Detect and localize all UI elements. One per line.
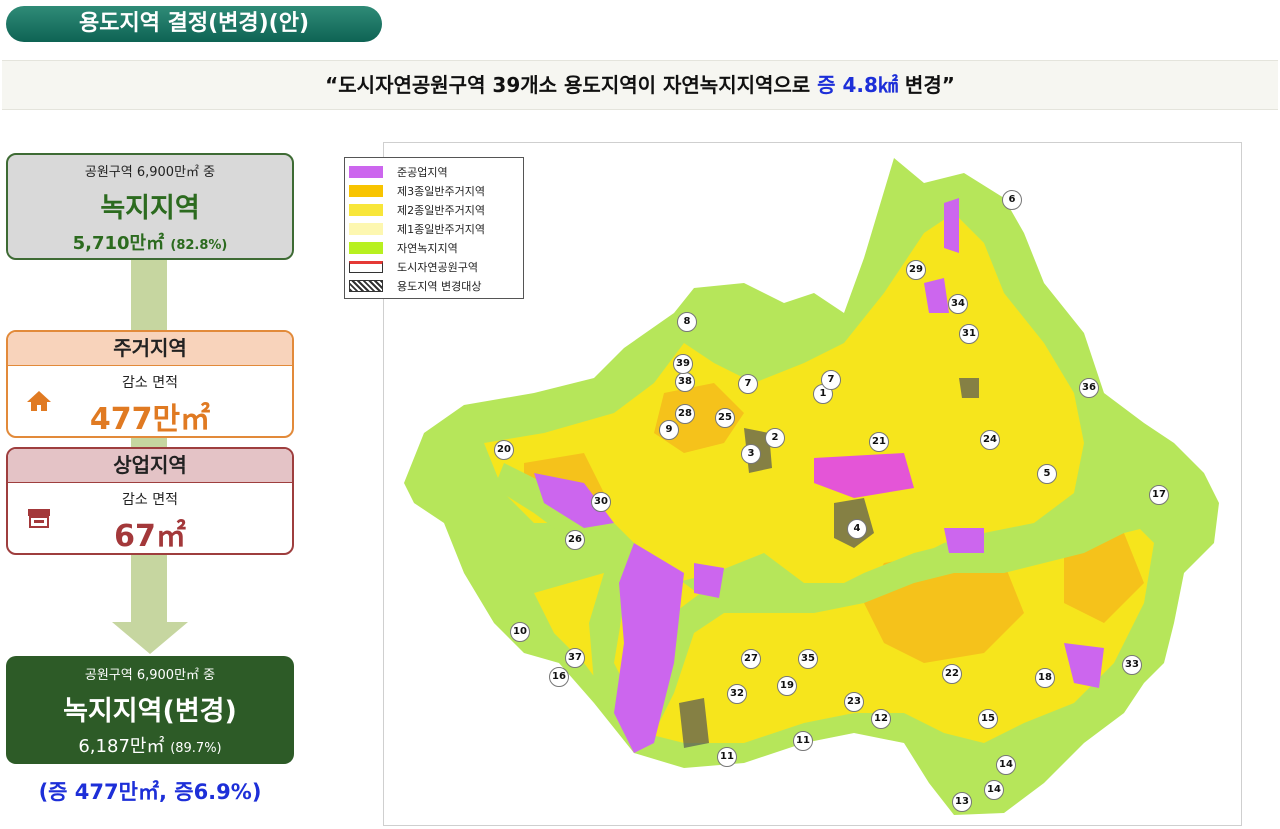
legend-label: 용도지역 변경대상 [397,279,482,293]
legend-label: 제3종일반주거지역 [397,184,485,198]
map-label: 35 [798,649,818,669]
legend-swatch [349,184,383,197]
legend-label: 도시자연공원구역 [397,260,478,274]
map-label: 26 [565,530,585,550]
commercial-zone-box: 상업지역 감소 면적 67㎡ [6,447,294,555]
map-label: 28 [675,404,695,424]
flow-arrow-down [112,622,188,654]
map-label: 30 [591,492,611,512]
map-label: 7 [738,374,758,394]
shop-icon [26,507,52,533]
box4-title: 녹지지역(변경) [63,696,237,727]
legend-swatch [349,279,383,292]
map-label: 27 [741,649,761,669]
map-label: 19 [777,676,797,696]
map-label: 12 [871,709,891,729]
box4-value: 6,187만㎡ [78,736,165,757]
headline-prefix: “도시자연공원구역 39개소 용도지역이 자연녹지지역으로 [325,73,818,97]
map-label: 23 [844,692,864,712]
headline-suffix: 변경” [897,73,955,97]
map-label: 33 [1122,655,1142,675]
map-label: 4 [847,519,867,539]
map-label: 21 [869,432,889,452]
box4-value-row: 6,187만㎡ (89.7%) [6,732,294,758]
map-label: 38 [675,372,695,392]
map-label: 31 [959,324,979,344]
box2-sub: 감소 면적 [122,375,178,391]
legend-row: 제2종일반주거지역 [349,200,523,219]
map-label: 15 [978,709,998,729]
map-label: 14 [996,755,1016,775]
map-label: 37 [565,648,585,668]
map-label: 34 [948,294,968,314]
legend-swatch [349,165,383,178]
box1-value: 5,710만㎡ [72,233,165,254]
legend-label: 준공업지역 [397,165,448,179]
legend-row: 도시자연공원구역 [349,257,523,276]
legend-label: 제2종일반주거지역 [397,203,485,217]
box1-title: 녹지지역 [100,193,200,224]
green-zone-changed-box: 공원구역 6,900만㎡ 중 녹지지역(변경) 6,187만㎡ (89.7%) [6,656,294,764]
headline-highlight: 증 4.8㎢ [817,73,898,97]
map-label: 14 [984,780,1004,800]
map-hatch-4 [679,698,709,748]
flow-connector-2 [131,438,167,447]
box2-header: 주거지역 [8,332,292,366]
map-label: 11 [793,731,813,751]
map-label: 9 [659,420,679,440]
flow-connector-1 [131,260,167,330]
house-icon [26,390,52,416]
legend-row: 제1종일반주거지역 [349,219,523,238]
map-legend: 준공업지역 제3종일반주거지역 제2종일반주거지역 제1종일반주거지역 자연녹지… [344,157,524,299]
box4-pct: (89.7%) [170,741,222,756]
map-label: 16 [549,667,569,687]
map-label: 17 [1149,485,1169,505]
map-label: 25 [715,408,735,428]
legend-swatch [349,260,383,273]
box4-caption: 공원구역 6,900만㎡ 중 [84,668,216,683]
legend-swatch [349,203,383,216]
legend-row: 제3종일반주거지역 [349,181,523,200]
map-hatch-3 [959,378,979,398]
map-label: 20 [494,440,514,460]
map-label: 39 [673,354,693,374]
increase-summary: (증 477만㎡, 증6.9%) [38,780,262,804]
residential-zone-box: 주거지역 감소 면적 477만㎡ [6,330,294,438]
map-purple-zone-2 [944,528,984,553]
map-label: 29 [906,260,926,280]
map-label: 18 [1035,668,1055,688]
map-label: 13 [952,792,972,812]
legend-swatch [349,222,383,235]
green-zone-current-box: 공원구역 6,900만㎡ 중 녹지지역 5,710만㎡ (82.8%) [6,153,294,260]
map-purple-zone-5 [944,198,959,253]
map-purple-zone-8 [694,563,724,598]
legend-row: 자연녹지지역 [349,238,523,257]
map-label: 32 [727,684,747,704]
box3-sub: 감소 면적 [122,492,178,508]
map-label: 5 [1037,464,1057,484]
box1-value-row: 5,710만㎡ (82.8%) [8,229,292,255]
legend-row: 준공업지역 [349,162,523,181]
box1-caption: 공원구역 6,900만㎡ 중 [84,165,216,180]
map-label: 24 [980,430,1000,450]
legend-label: 제1종일반주거지역 [397,222,485,236]
map-label: 7 [821,370,841,390]
legend-swatch [349,241,383,254]
map-label: 10 [510,622,530,642]
flow-connector-3 [131,555,167,623]
map-label: 3 [741,444,761,464]
box3-header: 상업지역 [8,449,292,483]
page-title: 용도지역 결정(변경)(안) [6,6,382,42]
map-label: 36 [1079,378,1099,398]
headline-banner: “도시자연공원구역 39개소 용도지역이 자연녹지지역으로 증 4.8㎢ 변경” [2,60,1278,110]
map-label: 8 [677,312,697,332]
map-label: 22 [942,664,962,684]
box1-pct: (82.8%) [170,238,228,253]
map-label: 2 [765,428,785,448]
legend-label: 자연녹지지역 [397,241,458,255]
legend-row: 용도지역 변경대상 [349,276,523,295]
map-label: 6 [1002,190,1022,210]
map-label: 11 [717,747,737,767]
